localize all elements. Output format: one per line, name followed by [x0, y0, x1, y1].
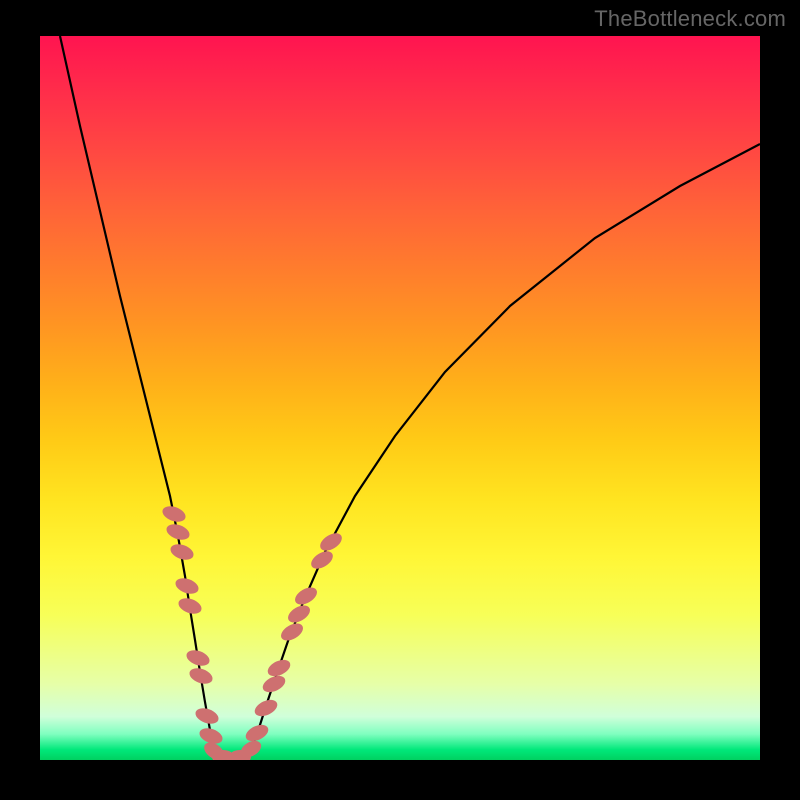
attribution-label: TheBottleneck.com [594, 6, 786, 32]
marker-dot [308, 548, 336, 573]
marker-dot [285, 602, 313, 626]
curve-right-branch [248, 144, 760, 755]
bottleneck-curve [40, 36, 760, 760]
marker-dot [292, 584, 320, 608]
curve-left-branch [60, 36, 216, 755]
marker-dot [252, 697, 280, 720]
marker-dot [317, 530, 345, 555]
chart-frame: TheBottleneck.com [0, 0, 800, 800]
marker-dot [243, 722, 271, 745]
marker-dots [160, 503, 345, 760]
plot-area [40, 36, 760, 760]
marker-dot [278, 620, 306, 644]
